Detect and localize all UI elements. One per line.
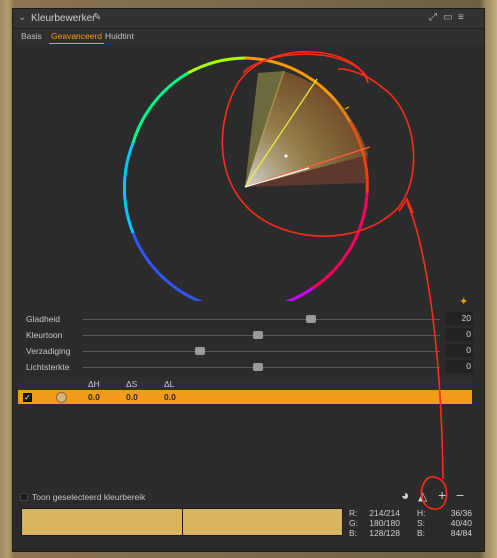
slider-kleurtoon[interactable]: Kleurtoon 0 (13, 328, 484, 342)
s-value: 40/40 (450, 518, 472, 528)
wand-icon[interactable]: ✦ (459, 295, 468, 308)
slider-label: Verzadiging (26, 346, 71, 356)
slider-verzadiging[interactable]: Verzadiging 0 (13, 344, 484, 358)
row-dl-value: 0.0 (164, 392, 176, 402)
slider-gladheid[interactable]: Gladheid 20 (13, 312, 484, 326)
slider-thumb[interactable] (253, 363, 263, 371)
s-key: S: (417, 518, 426, 528)
r-value: 214/214 (369, 508, 400, 518)
color-bar-divider (182, 509, 183, 535)
dock-icon[interactable]: ▭ (443, 12, 452, 23)
slider-value[interactable]: 0 (446, 328, 473, 341)
show-selected-checkbox[interactable] (20, 493, 28, 501)
slider-track[interactable] (83, 351, 440, 352)
color-wheel-area[interactable] (13, 43, 484, 301)
hue-marker[interactable] (344, 106, 350, 110)
slider-thumb[interactable] (195, 347, 205, 355)
h-key: H: (417, 508, 426, 518)
r-key: R: (349, 508, 358, 518)
table-header: ΔH ΔS ΔL (18, 378, 472, 390)
slider-value[interactable]: 20 (446, 312, 473, 325)
table-row[interactable]: ✓ 0.0 0.0 0.0 (18, 390, 472, 404)
slider-track[interactable] (83, 319, 440, 320)
slider-label: Gladheid (26, 314, 61, 324)
header-dh: ΔH (88, 379, 100, 389)
slider-label: Kleurtoon (26, 330, 63, 340)
show-selected-label: Toon geselecteerd kleurbereik (32, 492, 146, 502)
panel-titlebar: ⌄ Kleurbewerker ✎ ⤢ ▭ ≡ (13, 9, 484, 29)
rgb-readout: R: 214/214 G: 180/180 B: 128/128 (349, 508, 400, 538)
b-key: B: (349, 528, 358, 538)
menu-icon[interactable]: ≡ (458, 12, 464, 23)
collapse-chevron-icon[interactable]: ⌄ (18, 12, 26, 23)
picker-tool-icon[interactable]: ◭ (418, 489, 427, 503)
row-checkbox[interactable]: ✓ (23, 393, 32, 402)
header-dl: ΔL (164, 379, 175, 389)
remove-icon[interactable]: − (456, 487, 464, 503)
add-icon[interactable]: + (438, 487, 446, 503)
row-ds-value: 0.0 (126, 392, 138, 402)
tab-basis[interactable]: Basis (21, 31, 42, 41)
slider-label: Lichtsterkte (26, 362, 70, 372)
color-editor-panel: ⌄ Kleurbewerker ✎ ⤢ ▭ ≡ Basis Geavanceer… (12, 8, 485, 552)
tab-huidtint[interactable]: Huidtint (105, 31, 134, 41)
slider-thumb[interactable] (253, 331, 263, 339)
b-value: 128/128 (369, 528, 400, 538)
header-ds: ΔS (126, 379, 138, 389)
center-point (284, 154, 288, 158)
tab-bar: Basis Geavanceerd Huidtint (13, 29, 484, 44)
color-wheel-icon[interactable]: ◕ (401, 487, 409, 503)
slider-thumb[interactable] (306, 315, 316, 323)
row-color-swatch[interactable] (56, 392, 67, 403)
row-dh-value: 0.0 (88, 392, 100, 402)
bri-key: B: (417, 528, 426, 538)
slider-lichtsterkte[interactable]: Lichtsterkte 0 (13, 360, 484, 374)
g-key: G: (349, 518, 358, 528)
slider-value[interactable]: 0 (446, 344, 473, 357)
color-picker-icon[interactable]: ✎ (93, 12, 101, 23)
selected-color-bar (21, 508, 343, 536)
bri-value: 84/84 (450, 528, 472, 538)
color-wheel[interactable] (13, 43, 486, 301)
pin-icon[interactable]: ⤢ (429, 12, 437, 23)
tab-geavanceerd[interactable]: Geavanceerd (48, 31, 105, 44)
slider-value[interactable]: 0 (446, 360, 473, 373)
g-value: 180/180 (369, 518, 400, 528)
h-value: 36/36 (450, 508, 472, 518)
show-selected-range-toggle[interactable]: Toon geselecteerd kleurbereik (20, 492, 145, 502)
panel-title: Kleurbewerker (31, 13, 96, 24)
hsb-readout: H: 36/36 S: 40/40 B: 84/84 (417, 508, 472, 538)
